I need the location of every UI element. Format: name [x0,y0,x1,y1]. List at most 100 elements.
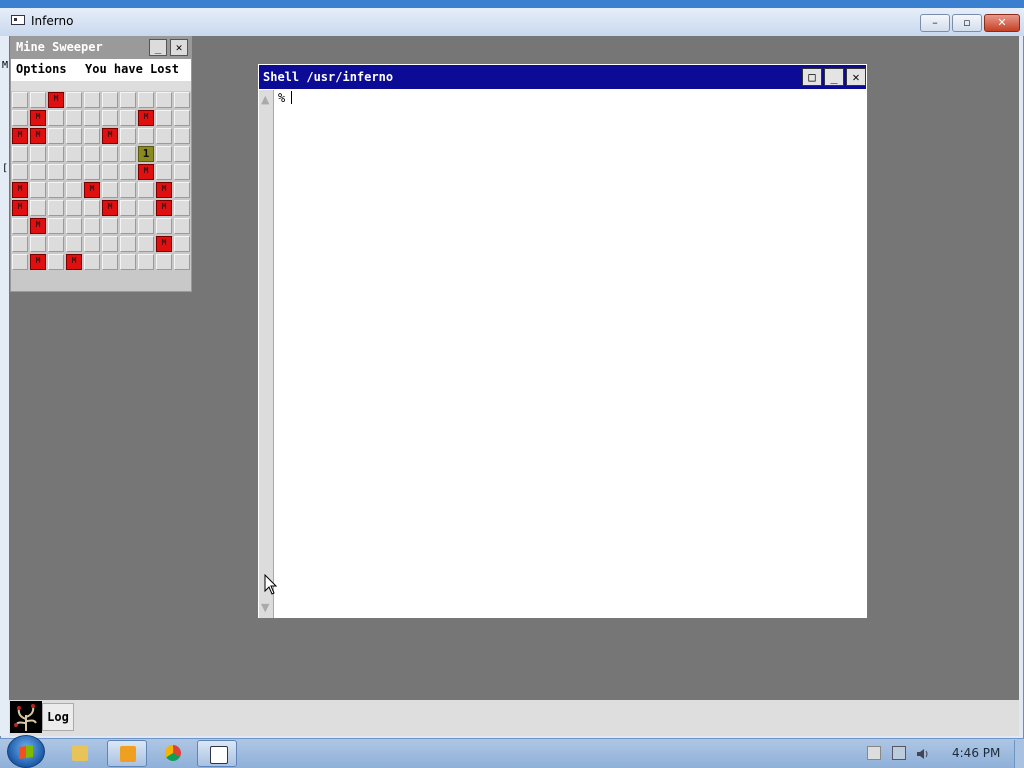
covered-cell[interactable] [120,164,136,180]
host-titlebar[interactable] [0,8,1024,36]
covered-cell[interactable] [174,110,190,126]
covered-cell[interactable] [156,254,172,270]
covered-cell[interactable] [156,164,172,180]
covered-cell[interactable] [156,146,172,162]
minesweeper-minimize-button[interactable]: _ [149,39,167,56]
shell-scrollbar[interactable]: ▲ ▼ [259,90,274,618]
covered-cell[interactable] [138,254,154,270]
covered-cell[interactable] [120,254,136,270]
covered-cell[interactable] [30,200,46,216]
covered-cell[interactable] [174,200,190,216]
mine-cell[interactable] [30,110,46,126]
shell-titlebar[interactable]: Shell /usr/inferno □ _ ✕ [259,65,866,89]
covered-cell[interactable] [48,146,64,162]
volume-icon[interactable] [916,746,930,760]
covered-cell[interactable] [30,92,46,108]
covered-cell[interactable] [12,92,28,108]
covered-cell[interactable] [30,146,46,162]
covered-cell[interactable] [138,128,154,144]
covered-cell[interactable] [48,200,64,216]
taskbar-clock[interactable]: 4:46 PM [952,746,1000,760]
mine-cell[interactable] [48,92,64,108]
covered-cell[interactable] [84,164,100,180]
covered-cell[interactable] [12,164,28,180]
covered-cell[interactable] [66,128,82,144]
covered-cell[interactable] [66,182,82,198]
covered-cell[interactable] [84,110,100,126]
covered-cell[interactable] [120,128,136,144]
covered-cell[interactable] [156,92,172,108]
host-maximize-button[interactable]: ▫ [952,14,982,32]
covered-cell[interactable] [156,110,172,126]
covered-cell[interactable] [174,236,190,252]
minesweeper-titlebar[interactable]: Mine Sweeper _ ✕ [11,37,191,59]
covered-cell[interactable] [48,236,64,252]
covered-cell[interactable] [84,218,100,234]
options-menu[interactable]: Options [16,62,67,76]
covered-cell[interactable] [174,182,190,198]
covered-cell[interactable] [48,164,64,180]
covered-cell[interactable] [102,92,118,108]
covered-cell[interactable] [102,254,118,270]
covered-cell[interactable] [174,218,190,234]
covered-cell[interactable] [66,164,82,180]
action-center-icon[interactable] [867,746,881,760]
mine-cell[interactable] [138,164,154,180]
covered-cell[interactable] [30,164,46,180]
mine-cell[interactable] [30,254,46,270]
covered-cell[interactable] [120,236,136,252]
minesweeper-close-button[interactable]: ✕ [170,39,188,56]
scroll-up-icon[interactable]: ▲ [261,94,269,105]
covered-cell[interactable] [102,182,118,198]
covered-cell[interactable] [138,200,154,216]
covered-cell[interactable] [156,218,172,234]
covered-cell[interactable] [102,236,118,252]
covered-cell[interactable] [48,218,64,234]
covered-cell[interactable] [102,164,118,180]
covered-cell[interactable] [30,182,46,198]
shell-close-button[interactable]: ✕ [846,68,866,86]
covered-cell[interactable] [174,164,190,180]
shell-maximize-button[interactable]: □ [802,68,822,86]
shell-prompt[interactable]: % [278,91,293,105]
covered-cell[interactable] [120,92,136,108]
scroll-down-icon[interactable]: ▼ [261,602,269,613]
mine-cell[interactable] [156,236,172,252]
covered-cell[interactable] [120,218,136,234]
host-minimize-button[interactable]: – [920,14,950,32]
covered-cell[interactable] [12,236,28,252]
covered-cell[interactable] [66,110,82,126]
mine-cell[interactable] [84,182,100,198]
covered-cell[interactable] [120,146,136,162]
covered-cell[interactable] [138,236,154,252]
covered-cell[interactable] [138,218,154,234]
covered-cell[interactable] [84,92,100,108]
covered-cell[interactable] [12,146,28,162]
covered-cell[interactable] [102,110,118,126]
inferno-logo-icon[interactable] [10,701,42,733]
covered-cell[interactable] [66,218,82,234]
covered-cell[interactable] [30,236,46,252]
taskbar-inferno-button[interactable] [197,740,237,767]
covered-cell[interactable] [66,92,82,108]
mine-cell[interactable] [30,128,46,144]
mine-cell[interactable] [156,200,172,216]
number-cell[interactable]: 1 [138,146,154,162]
log-button[interactable]: Log [42,703,74,731]
covered-cell[interactable] [120,110,136,126]
covered-cell[interactable] [174,146,190,162]
covered-cell[interactable] [138,182,154,198]
covered-cell[interactable] [84,254,100,270]
covered-cell[interactable] [102,218,118,234]
covered-cell[interactable] [84,146,100,162]
mine-cell[interactable] [12,182,28,198]
covered-cell[interactable] [174,254,190,270]
mine-cell[interactable] [102,128,118,144]
mine-cell[interactable] [12,200,28,216]
covered-cell[interactable] [84,128,100,144]
covered-cell[interactable] [120,182,136,198]
covered-cell[interactable] [174,92,190,108]
covered-cell[interactable] [48,182,64,198]
covered-cell[interactable] [48,110,64,126]
start-button[interactable] [7,735,45,768]
